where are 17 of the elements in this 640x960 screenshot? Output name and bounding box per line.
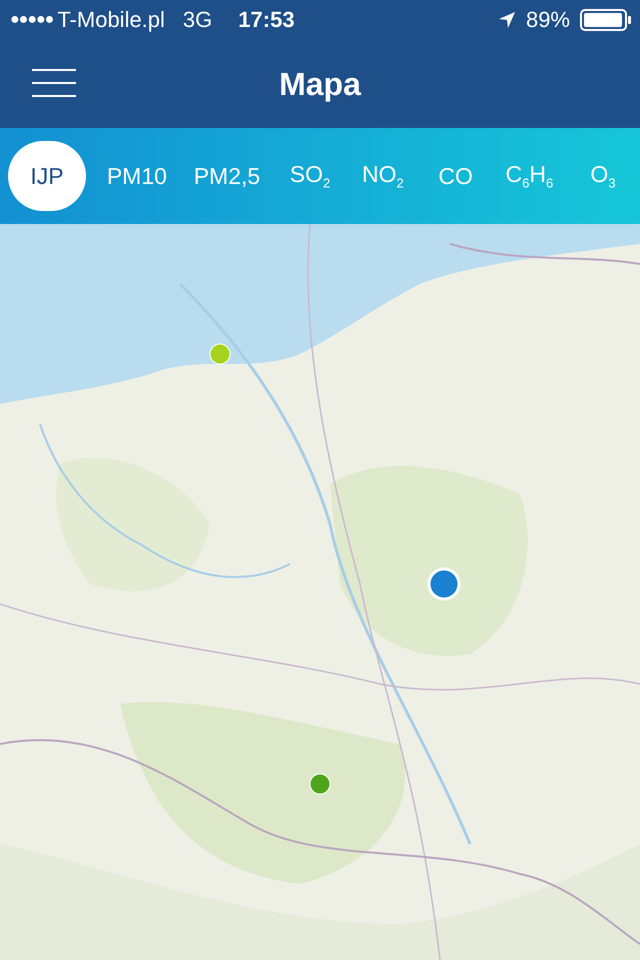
pollutant-tab[interactable]: O$_{3}$ bbox=[574, 141, 632, 211]
clock-time: 17:53 bbox=[238, 7, 295, 33]
pollutant-tab[interactable]: SO$_{2}$ bbox=[281, 141, 340, 211]
location-arrow-icon bbox=[498, 11, 516, 29]
screen-title: Mapa bbox=[279, 66, 361, 102]
network-type: 3G bbox=[182, 7, 212, 33]
signal-strength: ●●●●● bbox=[10, 11, 54, 29]
pollutant-tab[interactable]: NO$_{2}$ bbox=[354, 141, 412, 211]
pollutant-tab[interactable]: CO bbox=[426, 141, 485, 211]
battery-icon bbox=[580, 9, 632, 31]
carrier-name: T-Mobile.pl bbox=[57, 7, 165, 33]
battery-percent: 89% bbox=[526, 7, 570, 33]
menu-icon[interactable] bbox=[32, 69, 78, 99]
pollutant-tab[interactable]: PM10 bbox=[100, 141, 173, 211]
pollutant-tab[interactable]: IJP bbox=[8, 141, 86, 211]
pollutant-tab[interactable]: C$_{6}$H$_{6}$ bbox=[499, 141, 560, 211]
pollutant-tab[interactable]: PM2,5 bbox=[188, 141, 266, 211]
